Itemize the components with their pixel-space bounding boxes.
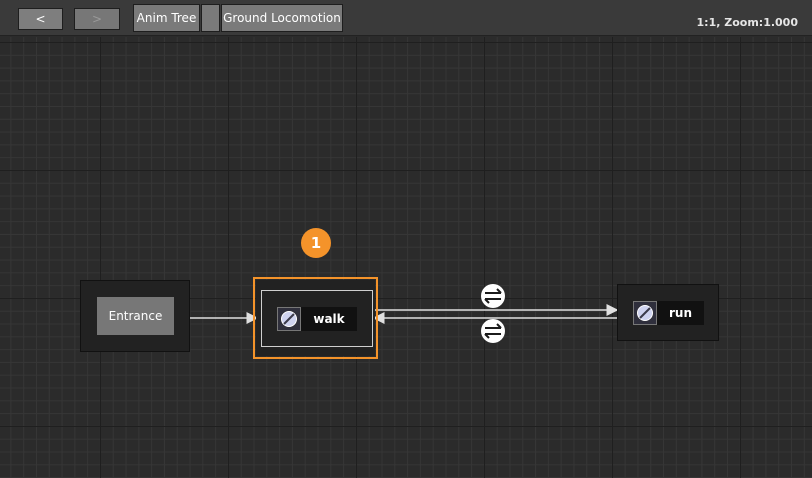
state-run-label-pill[interactable]: run <box>633 301 704 325</box>
state-label: walk <box>313 312 345 326</box>
state-node-walk[interactable]: walk <box>256 280 375 356</box>
transition-links <box>190 284 619 343</box>
state-machine-icon <box>633 301 657 325</box>
state-node-run[interactable]: run <box>617 284 719 341</box>
entrance-button[interactable]: Entrance <box>97 297 174 335</box>
state-label: run <box>668 306 692 320</box>
annotation-badge: 1 <box>301 228 331 258</box>
entrance-node[interactable]: Entrance <box>80 280 190 352</box>
transition-swap-icon[interactable] <box>481 319 505 343</box>
state-machine-icon <box>277 307 301 331</box>
transition-swap-icon[interactable] <box>481 284 505 308</box>
state-walk-label-pill[interactable]: walk <box>277 307 357 331</box>
